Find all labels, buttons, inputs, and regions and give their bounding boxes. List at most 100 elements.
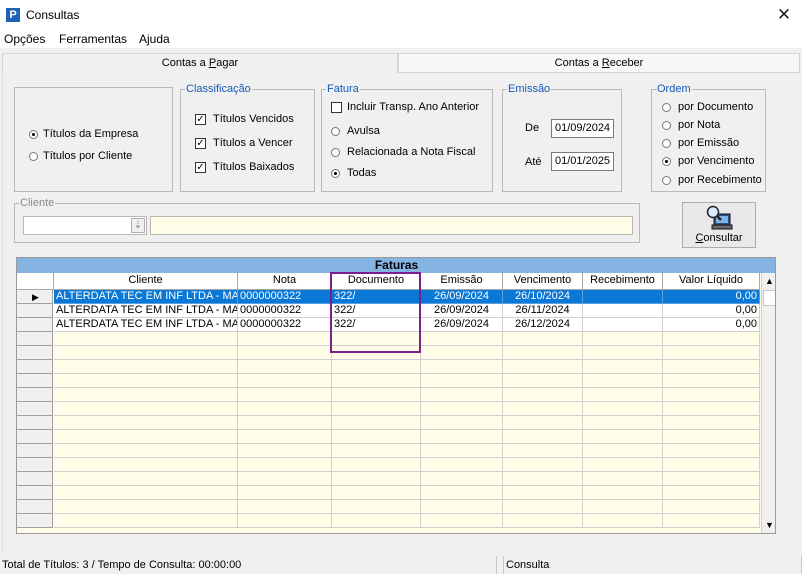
empty-table-row[interactable] xyxy=(17,458,760,472)
cell-nota[interactable] xyxy=(238,430,332,444)
cell-cliente[interactable]: ALTERDATA TEC EM INF LTDA - MAN. xyxy=(54,304,238,318)
cell-emissao[interactable] xyxy=(421,402,503,416)
cell-vencimento[interactable]: 26/11/2024 xyxy=(503,304,583,318)
cell-cliente[interactable] xyxy=(54,486,238,500)
header-valor-liquido[interactable]: Valor Líquido xyxy=(663,273,760,290)
empty-table-row[interactable] xyxy=(17,430,760,444)
cell-emissao[interactable] xyxy=(421,430,503,444)
row-indicator[interactable]: ▶ xyxy=(17,290,53,304)
cell-documento[interactable] xyxy=(332,472,421,486)
checkbox-incluir-transp[interactable] xyxy=(331,102,342,113)
cell-nota[interactable] xyxy=(238,402,332,416)
vertical-scrollbar[interactable]: ▲ ▼ xyxy=(761,273,775,533)
cell-recebimento[interactable] xyxy=(583,500,663,514)
radio-avulsa[interactable] xyxy=(331,127,340,136)
cell-emissao[interactable]: 26/09/2024 xyxy=(421,290,503,304)
empty-table-row[interactable] xyxy=(17,472,760,486)
cell-valor[interactable]: 0,00 xyxy=(663,318,760,332)
cell-valor[interactable] xyxy=(663,514,760,528)
row-indicator[interactable] xyxy=(17,388,53,402)
cell-valor[interactable] xyxy=(663,416,760,430)
cliente-name-input[interactable] xyxy=(150,216,633,235)
cell-recebimento[interactable] xyxy=(583,514,663,528)
header-cliente[interactable]: Cliente xyxy=(54,273,238,290)
cell-documento[interactable] xyxy=(332,500,421,514)
empty-table-row[interactable] xyxy=(17,374,760,388)
cell-valor[interactable]: 0,00 xyxy=(663,304,760,318)
radio-por-emissao[interactable] xyxy=(662,139,671,148)
cell-emissao[interactable] xyxy=(421,416,503,430)
row-indicator[interactable] xyxy=(17,458,53,472)
tab-contas-a-pagar[interactable]: Contas a Pagar xyxy=(2,53,398,73)
cell-vencimento[interactable] xyxy=(503,332,583,346)
cell-valor[interactable] xyxy=(663,332,760,346)
checkbox-titulos-vencidos[interactable]: ✓ xyxy=(195,114,206,125)
cell-valor[interactable] xyxy=(663,458,760,472)
cell-documento[interactable] xyxy=(332,430,421,444)
cell-emissao[interactable] xyxy=(421,332,503,346)
cell-documento[interactable] xyxy=(332,416,421,430)
cell-documento[interactable] xyxy=(332,360,421,374)
row-indicator[interactable] xyxy=(17,304,53,318)
cell-emissao[interactable]: 26/09/2024 xyxy=(421,318,503,332)
cell-vencimento[interactable] xyxy=(503,444,583,458)
cell-recebimento[interactable] xyxy=(583,290,663,304)
emissao-ate-input[interactable]: 01/01/2025 xyxy=(551,152,614,171)
empty-table-row[interactable] xyxy=(17,500,760,514)
cell-nota[interactable] xyxy=(238,374,332,388)
cell-recebimento[interactable] xyxy=(583,402,663,416)
header-recebimento[interactable]: Recebimento xyxy=(583,273,663,290)
row-indicator[interactable] xyxy=(17,486,53,500)
cell-vencimento[interactable] xyxy=(503,360,583,374)
cell-nota[interactable] xyxy=(238,416,332,430)
row-indicator[interactable] xyxy=(17,332,53,346)
cell-documento[interactable] xyxy=(332,458,421,472)
cell-vencimento[interactable] xyxy=(503,486,583,500)
cell-emissao[interactable] xyxy=(421,500,503,514)
radio-titulos-cliente[interactable] xyxy=(29,152,38,161)
cell-recebimento[interactable] xyxy=(583,304,663,318)
cliente-dropdown-icon[interactable]: ⇣ xyxy=(131,218,145,233)
empty-table-row[interactable] xyxy=(17,514,760,528)
cell-valor[interactable] xyxy=(663,486,760,500)
cell-vencimento[interactable] xyxy=(503,416,583,430)
cell-nota[interactable] xyxy=(238,514,332,528)
header-nota[interactable]: Nota xyxy=(238,273,332,290)
cell-nota[interactable]: 0000000322 xyxy=(238,304,332,318)
cell-valor[interactable] xyxy=(663,444,760,458)
radio-todas[interactable] xyxy=(331,169,340,178)
cell-valor[interactable] xyxy=(663,388,760,402)
row-indicator[interactable] xyxy=(17,402,53,416)
empty-table-row[interactable] xyxy=(17,486,760,500)
cell-valor[interactable] xyxy=(663,374,760,388)
radio-por-vencimento[interactable] xyxy=(662,157,671,166)
cell-recebimento[interactable] xyxy=(583,374,663,388)
empty-table-row[interactable] xyxy=(17,402,760,416)
row-indicator[interactable] xyxy=(17,360,53,374)
cell-cliente[interactable] xyxy=(54,472,238,486)
cell-emissao[interactable] xyxy=(421,514,503,528)
scroll-up-icon[interactable]: ▲ xyxy=(762,273,775,289)
emissao-de-input[interactable]: 01/09/2024 xyxy=(551,119,614,138)
row-indicator[interactable] xyxy=(17,430,53,444)
cell-documento[interactable] xyxy=(332,402,421,416)
cell-valor[interactable] xyxy=(663,472,760,486)
cell-cliente[interactable] xyxy=(54,332,238,346)
cell-valor[interactable] xyxy=(663,346,760,360)
cell-nota[interactable] xyxy=(238,458,332,472)
row-indicator[interactable] xyxy=(17,416,53,430)
tab-contas-a-receber[interactable]: Contas a Receber xyxy=(398,53,800,73)
radio-por-nota[interactable] xyxy=(662,121,671,130)
cell-valor[interactable] xyxy=(663,402,760,416)
checkbox-titulos-baixados[interactable]: ✓ xyxy=(195,162,206,173)
cell-cliente[interactable] xyxy=(54,514,238,528)
cell-documento[interactable] xyxy=(332,486,421,500)
row-indicator[interactable] xyxy=(17,374,53,388)
cell-cliente[interactable] xyxy=(54,402,238,416)
cell-cliente[interactable] xyxy=(54,374,238,388)
cell-nota[interactable] xyxy=(238,332,332,346)
header-emissao[interactable]: Emissão xyxy=(421,273,503,290)
cell-emissao[interactable] xyxy=(421,360,503,374)
cell-documento[interactable] xyxy=(332,374,421,388)
cell-nota[interactable] xyxy=(238,388,332,402)
